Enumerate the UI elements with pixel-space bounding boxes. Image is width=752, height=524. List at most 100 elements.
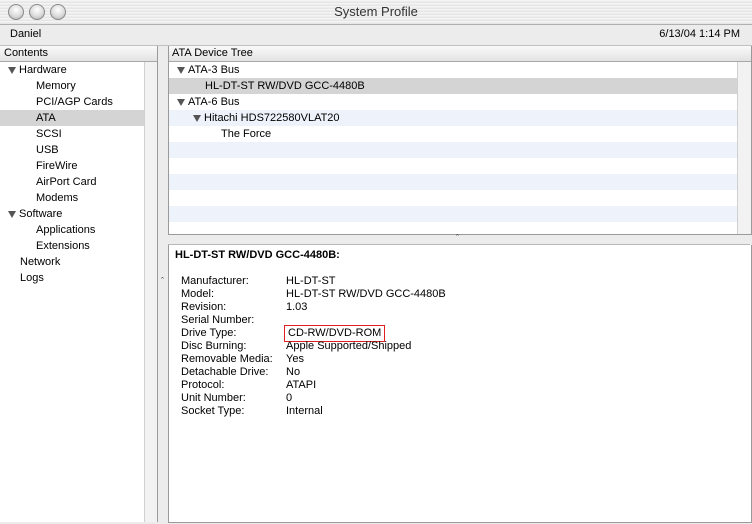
- property-key: Disc Burning:: [181, 340, 247, 352]
- property-value: No: [286, 366, 301, 378]
- empty-row: [169, 190, 737, 206]
- property-row: Socket Type: Internal: [181, 405, 446, 418]
- disclosure-triangle-icon[interactable]: [177, 98, 185, 106]
- contents-header: Contents: [0, 46, 157, 62]
- property-key: Removable Media:: [181, 353, 273, 365]
- date-time: 6/13/04 1:14 PM: [659, 28, 740, 40]
- contents-scrollbar[interactable]: [144, 62, 157, 522]
- sidebar-item-label: AirPort Card: [36, 176, 97, 188]
- device-tree-label: HL-DT-ST RW/DVD GCC-4480B: [205, 80, 365, 92]
- sidebar-item[interactable]: AirPort Card: [0, 174, 157, 190]
- sidebar-item-label: Software: [19, 208, 63, 220]
- device-tree-list: ATA-3 Bus HL-DT-ST RW/DVD GCC-4480B ATA-6 …: [169, 62, 737, 234]
- window-title: System Profile: [334, 4, 418, 19]
- sidebar-item[interactable]: PCI/AGP Cards: [0, 94, 157, 110]
- disclosure-triangle-icon[interactable]: [193, 114, 201, 122]
- property-value: CD-RW/DVD-ROM: [283, 325, 386, 342]
- user-name: Daniel: [10, 28, 42, 40]
- property-value: 1.03: [286, 301, 308, 313]
- sidebar-item[interactable]: Memory: [0, 78, 157, 94]
- sidebar-item[interactable]: Applications: [0, 222, 157, 238]
- property-row: Protocol: ATAPI: [181, 379, 446, 392]
- collapse-arrow-icon[interactable]: ˆ: [161, 276, 164, 286]
- property-key: Model:: [181, 288, 215, 300]
- property-value: ATAPI: [286, 379, 317, 391]
- property-value: Yes: [286, 353, 304, 365]
- device-tree-label: ATA-3 Bus: [188, 64, 240, 76]
- detail-title: HL-DT-ST RW/DVD GCC-4480B:: [175, 249, 340, 261]
- system-profile-window: System Profile Daniel 6/13/04 1:14 PM Co…: [0, 0, 752, 524]
- device-tree-row[interactable]: HL-DT-ST RW/DVD GCC-4480B: [169, 78, 737, 94]
- property-key: Detachable Drive:: [181, 366, 269, 378]
- property-value: Apple Supported/Shipped: [286, 340, 412, 352]
- title-bar[interactable]: System Profile: [0, 0, 752, 25]
- device-tree-label: Hitachi HDS722580VLAT20: [204, 112, 340, 124]
- disclosure-triangle-icon[interactable]: [8, 210, 16, 218]
- property-row: Revision: 1.03: [181, 301, 446, 314]
- property-row: Manufacturer: HL-DT-ST: [181, 275, 446, 288]
- disclosure-triangle-icon[interactable]: [177, 66, 185, 74]
- sidebar-item-label: Logs: [20, 272, 44, 284]
- sidebar-item[interactable]: Software: [0, 206, 157, 222]
- sidebar-item[interactable]: Modems: [0, 190, 157, 206]
- device-tree-row[interactable]: Hitachi HDS722580VLAT20: [169, 110, 737, 126]
- device-tree-row[interactable]: The Force: [169, 126, 737, 142]
- property-key: Drive Type:: [181, 327, 237, 339]
- device-tree-scrollbar[interactable]: [737, 62, 751, 234]
- contents-list: Hardware Memory PCI/AGP Cards ATA SCSI USB Fir…: [0, 62, 157, 286]
- property-key: Unit Number:: [181, 392, 246, 404]
- disclosure-triangle-icon[interactable]: [8, 66, 16, 74]
- property-row: Model: HL-DT-ST RW/DVD GCC-4480B: [181, 288, 446, 301]
- sidebar-item-label: ATA: [36, 112, 56, 124]
- sidebar-item-label: Applications: [36, 224, 96, 236]
- device-tree-header: ATA Device Tree: [169, 46, 751, 62]
- property-row: Serial Number:: [181, 314, 446, 327]
- sidebar-item-label: FireWire: [36, 160, 78, 172]
- empty-row: [169, 142, 737, 158]
- sidebar-item-label: USB: [36, 144, 59, 156]
- device-tree-label: The Force: [221, 128, 272, 140]
- property-key: Serial Number:: [181, 314, 255, 326]
- sidebar-item[interactable]: ATA: [0, 110, 157, 126]
- property-key: Manufacturer:: [181, 275, 249, 287]
- sidebar-item[interactable]: USB: [0, 142, 157, 158]
- sidebar-item-label: Network: [20, 256, 61, 268]
- property-value: HL-DT-ST RW/DVD GCC-4480B: [286, 288, 446, 300]
- info-bar: Daniel 6/13/04 1:14 PM: [0, 25, 752, 46]
- property-value: Internal: [286, 405, 323, 417]
- property-row: Removable Media: Yes: [181, 353, 446, 366]
- sidebar-item[interactable]: FireWire: [0, 158, 157, 174]
- property-value: 0: [286, 392, 293, 404]
- sidebar-item[interactable]: Extensions: [0, 238, 157, 254]
- sidebar-item-label: PCI/AGP Cards: [36, 96, 113, 108]
- property-list: Manufacturer: HL-DT-ST Model: HL-DT-ST RW/D…: [181, 275, 446, 418]
- property-key: Socket Type:: [181, 405, 245, 417]
- sidebar-item-label: Hardware: [19, 64, 67, 76]
- sidebar-item[interactable]: Hardware: [0, 62, 157, 78]
- empty-row: [169, 206, 737, 222]
- property-row: Drive Type: CD-RW/DVD-ROM: [181, 325, 446, 342]
- horizontal-splitter[interactable]: ˆ: [168, 233, 750, 245]
- property-row: Unit Number: 0: [181, 392, 446, 405]
- sidebar-item-label: SCSI: [36, 128, 62, 140]
- device-tree-row[interactable]: ATA-3 Bus: [169, 62, 737, 78]
- property-row: Detachable Drive: No: [181, 366, 446, 379]
- sidebar-item[interactable]: Logs: [0, 270, 157, 286]
- contents-pane: Contents Hardware Memory PCI/AGP Cards ATA S…: [0, 46, 158, 522]
- property-row: Disc Burning: Apple Supported/Shipped: [181, 340, 446, 353]
- splitter-arrow-icon[interactable]: ˆ: [456, 233, 459, 243]
- property-key: Protocol:: [181, 379, 225, 391]
- sidebar-item-label: Memory: [36, 80, 76, 92]
- device-tree-row[interactable]: ATA-6 Bus: [169, 94, 737, 110]
- sidebar-item-label: Modems: [36, 192, 79, 204]
- device-tree-pane: ATA Device Tree ATA-3 Bus HL-DT-ST RW/DVD…: [168, 46, 752, 235]
- empty-row: [169, 158, 737, 174]
- detail-pane: HL-DT-ST RW/DVD GCC-4480B: Manufacturer:…: [168, 245, 752, 523]
- sidebar-item-label: Extensions: [36, 240, 90, 252]
- empty-row: [169, 174, 737, 190]
- sidebar-item[interactable]: Network: [0, 254, 157, 270]
- property-key: Revision:: [181, 301, 227, 313]
- device-tree-label: ATA-6 Bus: [188, 96, 240, 108]
- sidebar-item[interactable]: SCSI: [0, 126, 157, 142]
- property-value: HL-DT-ST: [286, 275, 336, 287]
